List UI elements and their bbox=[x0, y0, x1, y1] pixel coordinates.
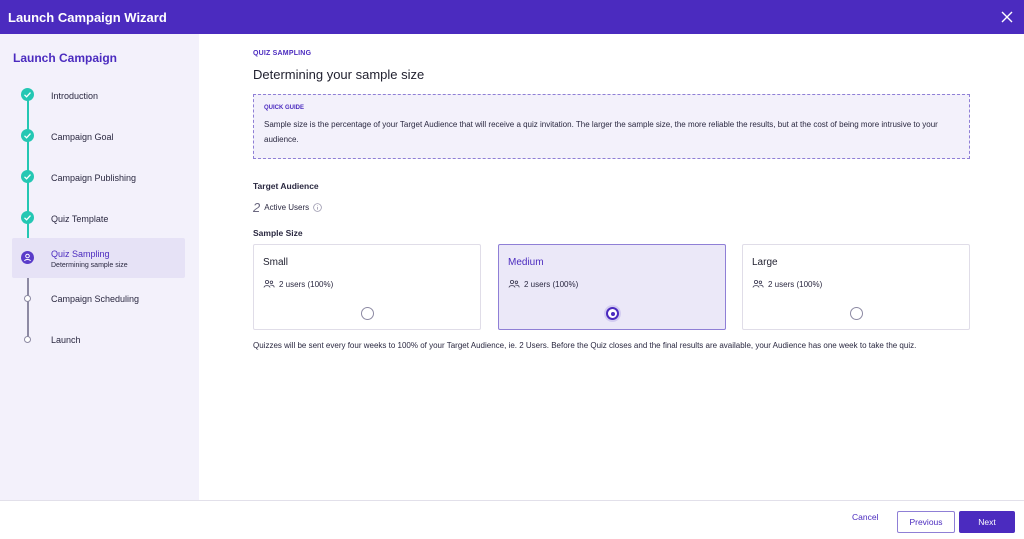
pending-dot-icon bbox=[24, 295, 31, 302]
step-label: Introduction bbox=[51, 91, 99, 101]
step-launch[interactable]: Launch bbox=[12, 320, 185, 360]
next-button[interactable]: Next bbox=[959, 511, 1015, 533]
step-introduction[interactable]: Introduction bbox=[12, 75, 185, 115]
close-icon[interactable] bbox=[998, 8, 1016, 26]
radio-large[interactable] bbox=[850, 307, 863, 320]
option-users: 2 users (100%) bbox=[263, 279, 333, 289]
step-list: Introduction Campaign Goal Campaign Publ… bbox=[0, 34, 199, 500]
check-icon bbox=[21, 129, 34, 142]
radio-medium[interactable] bbox=[606, 307, 619, 320]
page-title: Determining your sample size bbox=[253, 67, 425, 82]
section-eyebrow: QUIZ SAMPLING bbox=[253, 50, 312, 57]
schedule-note: Quizzes will be sent every four weeks to… bbox=[253, 341, 917, 350]
active-users-count: 2 Active Users bbox=[253, 200, 322, 215]
radio-small[interactable] bbox=[361, 307, 374, 320]
step-label: Campaign Goal bbox=[51, 132, 114, 142]
step-label: Quiz Template bbox=[51, 214, 109, 224]
check-icon bbox=[21, 211, 34, 224]
pending-dot-icon bbox=[24, 336, 31, 343]
users-icon bbox=[752, 279, 764, 288]
option-users-text: 2 users (100%) bbox=[768, 279, 823, 289]
step-campaign-publishing[interactable]: Campaign Publishing bbox=[12, 157, 185, 197]
sample-option-small[interactable]: Small 2 users (100%) bbox=[253, 244, 481, 330]
option-title: Large bbox=[752, 257, 778, 268]
quick-guide-box: QUICK GUIDE Sample size is the percentag… bbox=[253, 94, 970, 159]
option-title: Medium bbox=[508, 257, 544, 268]
step-quiz-template[interactable]: Quiz Template bbox=[12, 198, 185, 238]
step-campaign-scheduling[interactable]: Campaign Scheduling bbox=[12, 279, 185, 319]
user-icon bbox=[21, 251, 34, 264]
option-title: Small bbox=[263, 257, 289, 268]
window-title: Launch Campaign Wizard bbox=[8, 9, 167, 25]
check-icon bbox=[21, 170, 34, 183]
step-label: Campaign Publishing bbox=[51, 173, 137, 183]
active-users-label: Active Users bbox=[264, 203, 310, 212]
option-users: 2 users (100%) bbox=[508, 279, 578, 289]
users-icon bbox=[263, 279, 275, 288]
wizard-sidebar: Launch Campaign Introduction Campaign Go… bbox=[0, 34, 199, 500]
step-sublabel: Determining sample size bbox=[51, 262, 128, 269]
option-users: 2 users (100%) bbox=[752, 279, 822, 289]
target-audience-label: Target Audience bbox=[253, 181, 319, 191]
quick-guide-title: QUICK GUIDE bbox=[264, 105, 305, 111]
cancel-button[interactable]: Cancel bbox=[852, 512, 878, 522]
step-label: Launch bbox=[51, 335, 81, 345]
wizard-content: QUIZ SAMPLING Determining your sample si… bbox=[199, 34, 1024, 500]
active-users-number: 2 bbox=[253, 200, 261, 215]
step-label: Campaign Scheduling bbox=[51, 294, 140, 304]
users-icon bbox=[508, 279, 520, 288]
title-bar: Launch Campaign Wizard bbox=[0, 0, 1024, 34]
step-label: Quiz Sampling bbox=[51, 249, 110, 259]
previous-button[interactable]: Previous bbox=[897, 511, 955, 533]
option-users-text: 2 users (100%) bbox=[279, 279, 334, 289]
quick-guide-text: Sample size is the percentage of your Ta… bbox=[264, 120, 938, 144]
info-icon[interactable] bbox=[313, 203, 322, 212]
sample-option-large[interactable]: Large 2 users (100%) bbox=[742, 244, 970, 330]
wizard-footer: Cancel Previous Next bbox=[0, 500, 1024, 539]
check-icon bbox=[21, 88, 34, 101]
step-campaign-goal[interactable]: Campaign Goal bbox=[12, 116, 185, 156]
option-users-text: 2 users (100%) bbox=[524, 279, 579, 289]
sample-option-medium[interactable]: Medium 2 users (100%) bbox=[498, 244, 726, 330]
step-quiz-sampling[interactable]: Quiz Sampling Determining sample size bbox=[12, 238, 185, 278]
sample-size-label: Sample Size bbox=[253, 228, 303, 238]
